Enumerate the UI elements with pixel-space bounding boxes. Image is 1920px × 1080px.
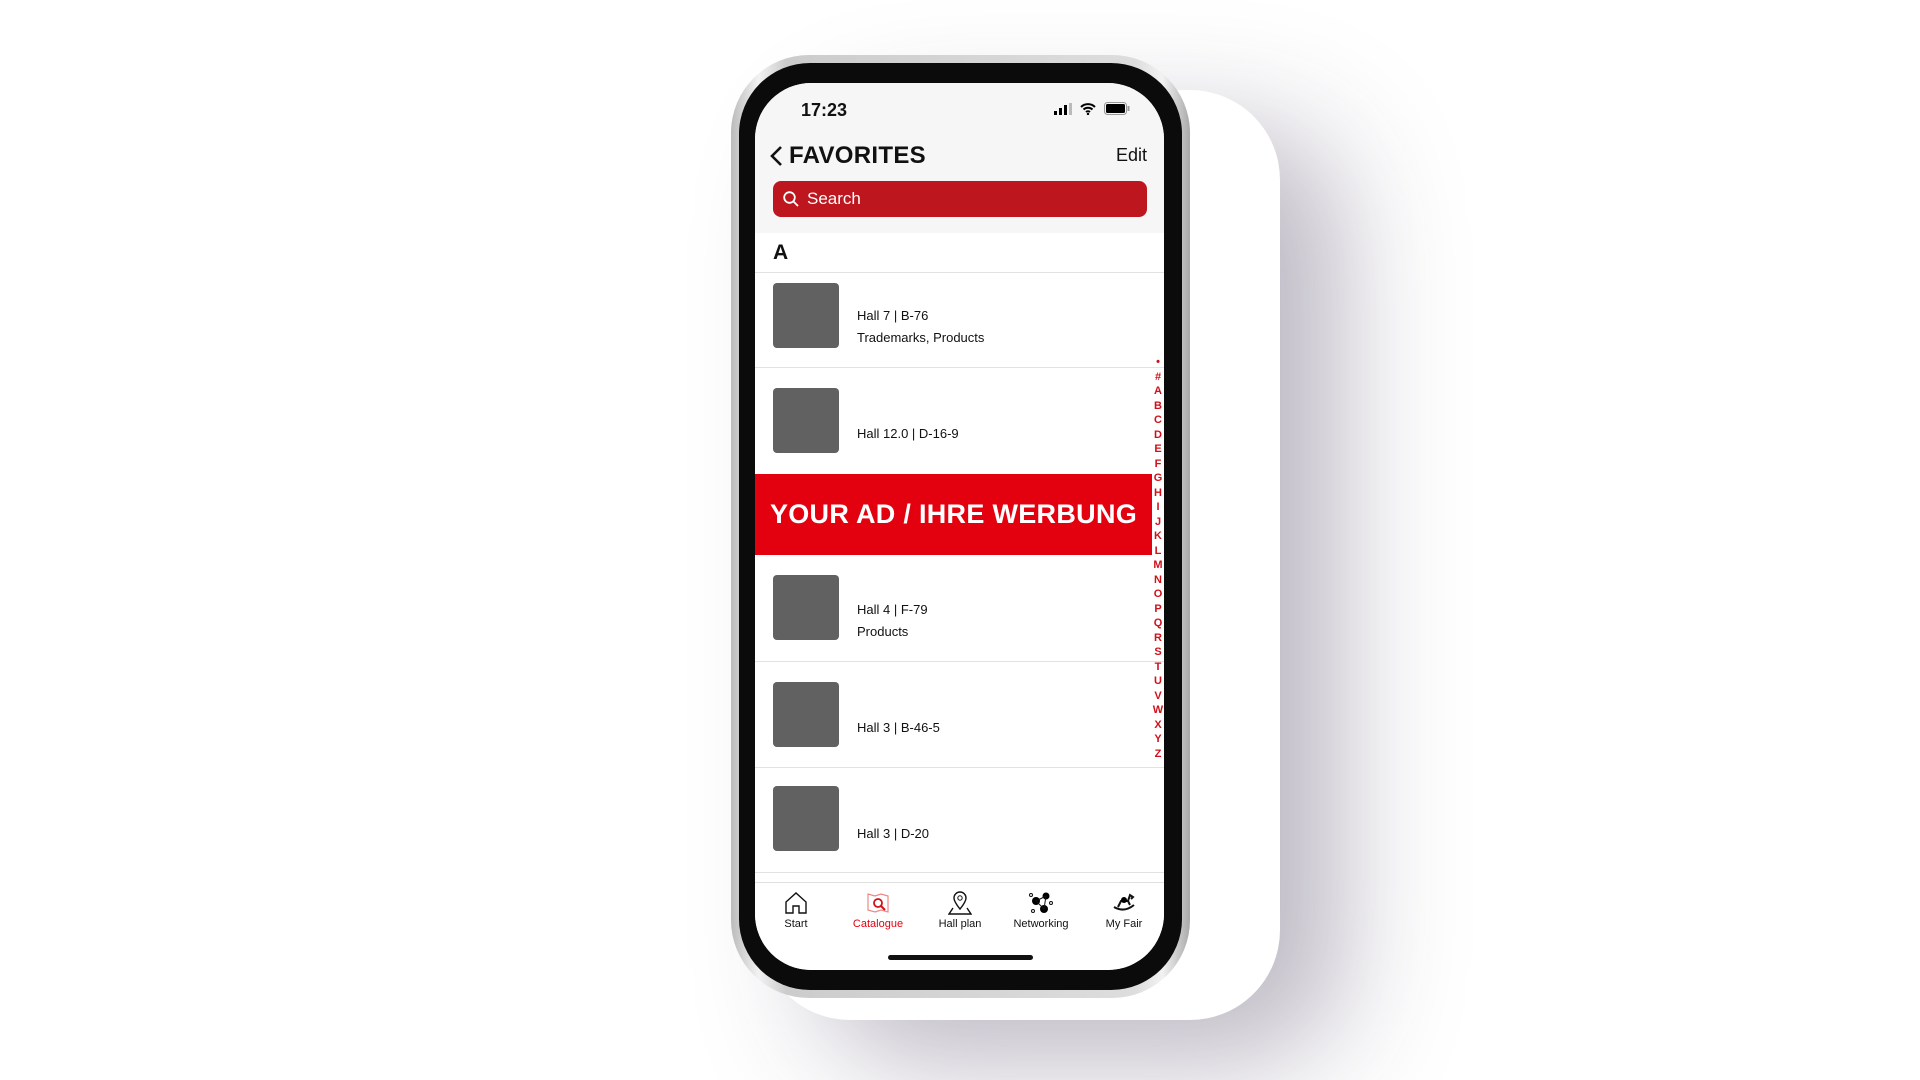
index-letter[interactable]: W (1153, 703, 1163, 718)
tab-label: Hall plan (938, 918, 982, 930)
signal-icon (1054, 102, 1072, 115)
catalogue-icon (867, 893, 889, 913)
item-tags: Trademarks, Products (857, 330, 985, 345)
index-letter[interactable]: U (1154, 674, 1162, 689)
search-input[interactable]: Search (773, 181, 1147, 217)
tab-label: My Fair (1105, 918, 1143, 930)
home-icon (785, 892, 807, 914)
item-location[interactable]: Hall 4 | F-79 (857, 602, 928, 617)
battery-icon (1104, 102, 1130, 115)
exhibitor-thumbnail[interactable] (773, 388, 839, 453)
index-letter[interactable]: E (1154, 442, 1161, 457)
exhibitor-thumbnail[interactable] (773, 786, 839, 851)
map-pin-icon (948, 891, 972, 915)
index-letter[interactable]: Y (1154, 732, 1161, 747)
index-letter[interactable]: A (1154, 384, 1162, 399)
index-letter[interactable]: M (1153, 558, 1162, 573)
section-header: A (773, 241, 789, 264)
item-location[interactable]: Hall 3 | B-46-5 (857, 720, 940, 735)
index-letter[interactable]: C (1154, 413, 1162, 428)
index-letter[interactable]: L (1155, 544, 1162, 559)
index-letter[interactable]: J (1155, 515, 1161, 530)
home-indicator[interactable] (888, 955, 1033, 960)
divider (755, 367, 1164, 368)
exhibitor-thumbnail[interactable] (773, 682, 839, 747)
exhibitor-thumbnail[interactable] (773, 283, 839, 348)
status-time: 17:23 (801, 100, 848, 120)
index-letter[interactable]: K (1154, 529, 1162, 544)
index-letter[interactable]: P (1154, 602, 1161, 617)
item-location[interactable]: Hall 3 | D-20 (857, 826, 929, 841)
item-location[interactable]: Hall 7 | B-76 (857, 308, 928, 323)
divider (755, 767, 1164, 768)
index-letter[interactable]: Z (1155, 747, 1162, 762)
page-title: FAVORITES (789, 142, 926, 169)
wifi-icon (1080, 102, 1096, 115)
index-letter[interactable]: D (1154, 428, 1162, 443)
item-tags: Products (857, 624, 909, 639)
tab-label: Catalogue (852, 918, 904, 930)
tab-networking[interactable]: Networking (1001, 891, 1081, 930)
index-letter[interactable]: S (1154, 645, 1161, 660)
phone-screen: 17:23 FAVORITES Edit Search A Hall 7 | B… (755, 83, 1164, 970)
index-letter[interactable]: G (1154, 471, 1163, 486)
edit-button[interactable]: Edit (1116, 145, 1147, 166)
tab-start[interactable]: Start (756, 891, 836, 930)
index-letter[interactable]: O (1154, 587, 1163, 602)
search-placeholder: Search (807, 189, 861, 208)
index-letter[interactable]: V (1154, 689, 1161, 704)
index-letter[interactable]: H (1154, 486, 1162, 501)
index-letter[interactable]: Q (1154, 616, 1163, 631)
tab-hall-plan[interactable]: Hall plan (920, 891, 1000, 930)
index-letter[interactable]: B (1154, 399, 1162, 414)
network-icon (1029, 892, 1053, 913)
index-letter[interactable]: I (1156, 500, 1159, 515)
rocking-horse-icon (1113, 893, 1135, 911)
tab-label: Start (784, 918, 808, 930)
tab-my-fair[interactable]: My Fair (1084, 891, 1164, 930)
ad-banner[interactable]: YOUR AD / IHRE WERBUNG (755, 474, 1152, 555)
item-location[interactable]: Hall 12.0 | D-16-9 (857, 426, 959, 441)
index-letter[interactable]: # (1155, 370, 1161, 385)
exhibitor-thumbnail[interactable] (773, 575, 839, 640)
index-letter[interactable]: X (1154, 718, 1161, 733)
index-letter[interactable]: • (1156, 355, 1160, 370)
tab-label: Networking (1013, 918, 1069, 930)
index-letter[interactable]: N (1154, 573, 1162, 588)
back-chevron-icon[interactable] (769, 143, 783, 174)
index-letter[interactable]: T (1155, 660, 1162, 675)
status-icons (1054, 102, 1130, 115)
divider (755, 661, 1164, 662)
alphabet-index[interactable]: • # A B C D E F G H I J K L M N O P Q R S T U V W X Y Z (1152, 355, 1164, 761)
index-letter[interactable]: F (1155, 457, 1162, 472)
index-letter[interactable]: R (1154, 631, 1162, 646)
divider (755, 272, 1164, 273)
divider (755, 872, 1164, 873)
tab-catalogue[interactable]: Catalogue (838, 891, 918, 930)
search-icon (783, 191, 799, 207)
